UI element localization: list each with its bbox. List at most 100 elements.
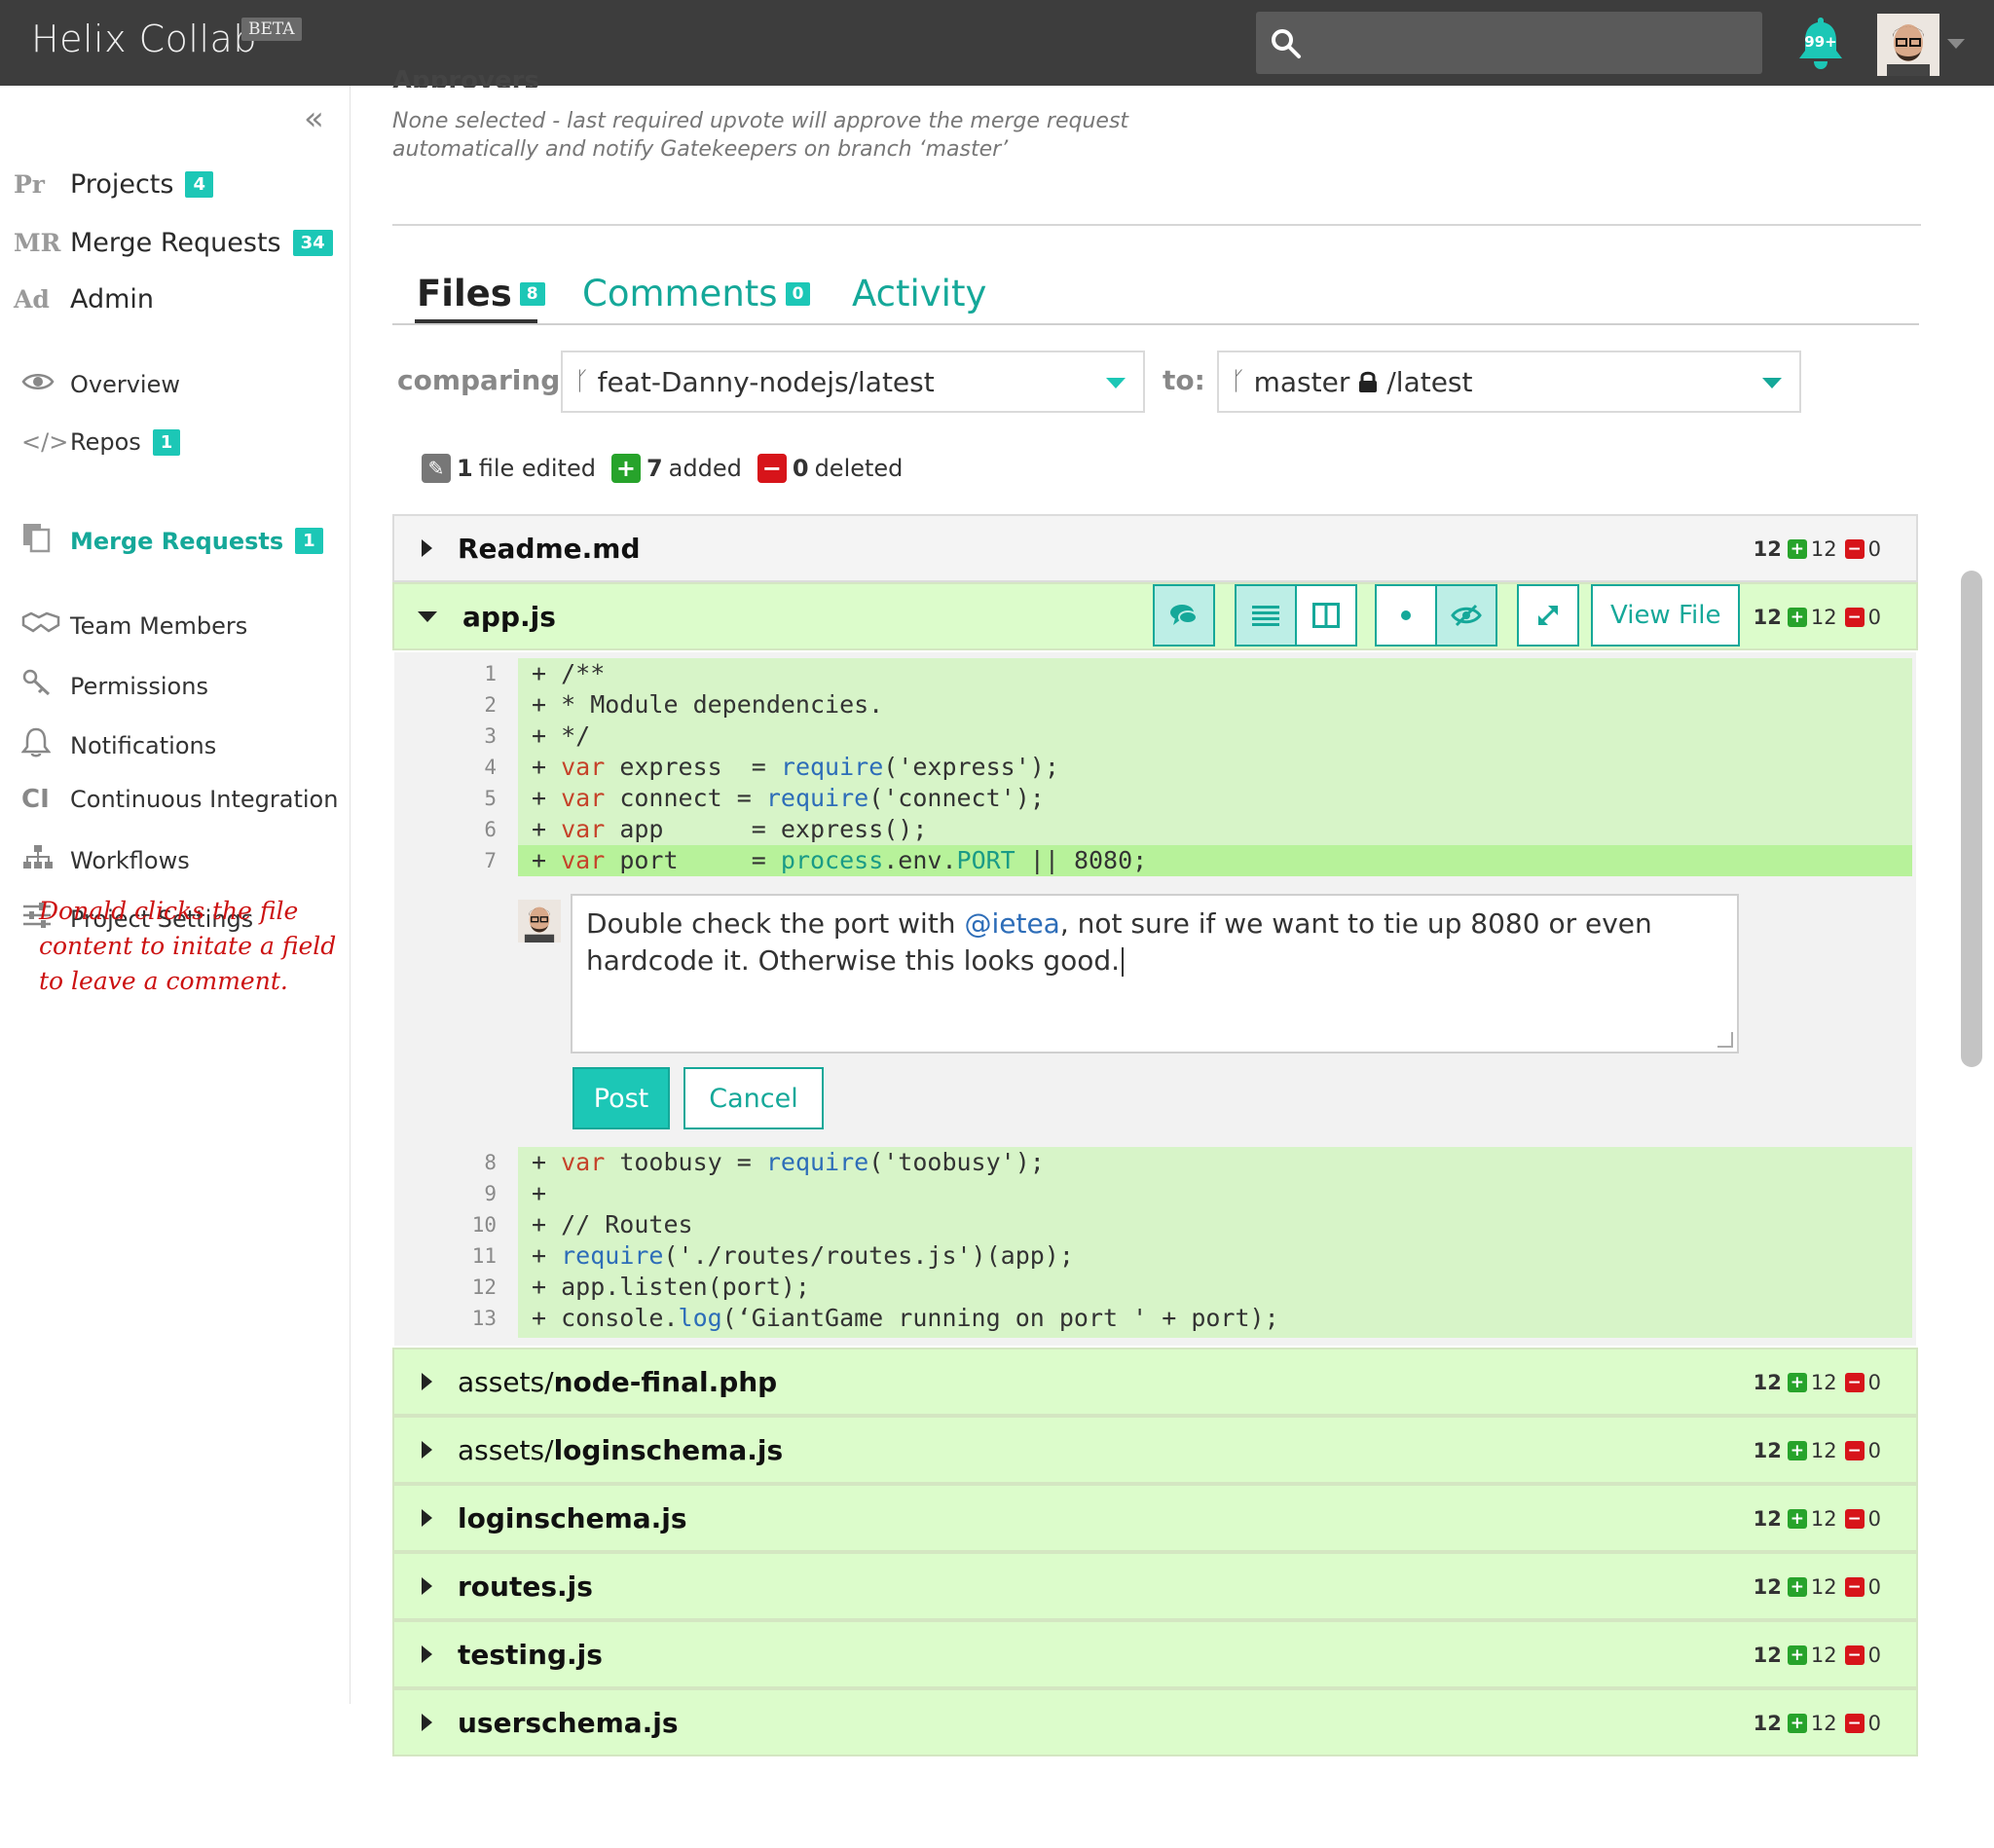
code-line[interactable]: + var toobusy = require('toobusy'); bbox=[518, 1147, 1912, 1178]
sidebar-item-permissions[interactable]: Permissions bbox=[21, 668, 208, 704]
hide-whitespace-button[interactable] bbox=[1435, 584, 1497, 647]
branch-icon: ᚴ bbox=[574, 367, 590, 396]
code-line[interactable]: + var express = require('express'); bbox=[518, 752, 1912, 783]
code-line[interactable]: + // Routes bbox=[518, 1209, 1912, 1240]
file-row[interactable]: Readme.md 12 +12−0 bbox=[392, 514, 1918, 582]
code-line[interactable]: + console.log(‘GiantGame running on port… bbox=[518, 1303, 1912, 1334]
view-file-button[interactable]: View File bbox=[1591, 584, 1741, 647]
expand-arrow-icon bbox=[422, 1714, 432, 1731]
collapse-sidebar-icon[interactable]: « bbox=[304, 99, 324, 138]
tab-comments[interactable]: Comments 0 bbox=[582, 273, 811, 314]
sidebar-item-team-members[interactable]: Team Members bbox=[21, 610, 247, 642]
comment-line: Double check the port with @ietea, not s… bbox=[586, 907, 1652, 940]
user-avatar[interactable] bbox=[1877, 14, 1939, 76]
to-label: to: bbox=[1163, 364, 1205, 396]
approvers-desc-line: None selected - last required upvote wil… bbox=[392, 109, 1129, 133]
comments-toggle-button[interactable] bbox=[1153, 584, 1215, 647]
vertical-scrollbar[interactable] bbox=[1961, 571, 1982, 1067]
sidebar-item-merge-requests[interactable]: Merge Requests 1 bbox=[21, 522, 323, 560]
sidebar-item-overview[interactable]: Overview bbox=[21, 370, 180, 399]
expand-arrow-icon bbox=[422, 1645, 432, 1663]
plus-icon: + bbox=[1787, 608, 1807, 627]
merge-requests-abbr-icon: MR bbox=[14, 229, 61, 257]
app-title[interactable]: Helix Collab bbox=[31, 18, 257, 60]
text-cursor bbox=[1122, 947, 1125, 977]
code-line[interactable]: + require('./routes/routes.js')(app); bbox=[518, 1240, 1912, 1272]
code-block[interactable]: + /** + * Module dependencies. + */+ var e… bbox=[518, 658, 1912, 876]
file-stats: 12 +12−0 bbox=[1753, 1371, 1881, 1394]
sidebar-item-label: Notifications bbox=[70, 731, 217, 759]
plus-icon: + bbox=[1787, 1373, 1807, 1392]
unified-view-button[interactable] bbox=[1235, 584, 1297, 647]
user-menu-chevron-down-icon[interactable] bbox=[1947, 39, 1965, 49]
notification-count: 99+ bbox=[1804, 33, 1837, 51]
merge-request-icon bbox=[21, 522, 70, 560]
minus-icon: − bbox=[1844, 1714, 1865, 1733]
sidebar-top-admin[interactable]: Ad Admin bbox=[14, 284, 154, 314]
file-row[interactable]: userschema.js 12 +12−0 bbox=[392, 1688, 1918, 1756]
file-row[interactable]: testing.js 12 +12−0 bbox=[392, 1620, 1918, 1688]
code-line[interactable]: + /** bbox=[518, 658, 1912, 689]
code-line[interactable]: + bbox=[518, 1178, 1912, 1209]
target-branch-select[interactable]: ᚴ master /latest bbox=[1217, 351, 1801, 413]
code-icon: </> bbox=[21, 428, 69, 456]
plus-icon: + bbox=[1787, 1509, 1807, 1529]
deleted-count: 0 bbox=[792, 455, 809, 482]
file-row[interactable]: assets/loginschema.js 12 +12−0 bbox=[392, 1416, 1918, 1484]
code-line[interactable]: + var app = express(); bbox=[518, 814, 1912, 845]
file-stats: 12 +12−0 bbox=[1753, 1644, 1881, 1667]
file-stats: 12 +12−0 bbox=[1753, 537, 1881, 561]
code-line[interactable]: + */ bbox=[518, 721, 1912, 752]
commenter-avatar bbox=[518, 900, 561, 942]
expand-arrow-icon bbox=[422, 1373, 432, 1390]
sidebar-item-label: Overview bbox=[70, 371, 180, 398]
file-row[interactable]: loginschema.js 12 +12−0 bbox=[392, 1484, 1918, 1552]
sidebar-item-notifications[interactable]: Notifications bbox=[20, 726, 217, 764]
line-number: 5 bbox=[484, 787, 497, 810]
code-line[interactable]: + var port = process.env.PORT || 8080; bbox=[518, 845, 1912, 876]
line-number: 4 bbox=[484, 756, 497, 779]
sidebar-top-merge-requests[interactable]: MR Merge Requests 34 bbox=[14, 228, 333, 258]
approvers-description: None selected - last required upvote wil… bbox=[392, 107, 1152, 164]
tab-label: Activity bbox=[852, 273, 987, 314]
line-number: 13 bbox=[471, 1307, 497, 1330]
show-whitespace-button[interactable] bbox=[1375, 584, 1437, 647]
code-line[interactable]: + var connect = require('connect'); bbox=[518, 783, 1912, 814]
code-line[interactable]: + * Module dependencies. bbox=[518, 689, 1912, 721]
expand-arrow-icon bbox=[422, 1441, 432, 1459]
change-summary: ✎ 1 file edited + 7 added − 0 deleted bbox=[422, 454, 903, 483]
file-row[interactable]: assets/node-final.php 12 +12−0 bbox=[392, 1348, 1918, 1416]
file-stats: 12 +12−0 bbox=[1753, 1507, 1881, 1531]
handshake-icon bbox=[21, 610, 70, 642]
split-view-button[interactable] bbox=[1295, 584, 1357, 647]
post-button[interactable]: Post bbox=[572, 1067, 670, 1129]
file-stats: 12 +12−0 bbox=[1753, 1439, 1881, 1462]
line-number: 7 bbox=[484, 849, 497, 872]
added-count: 7 bbox=[646, 455, 663, 482]
cancel-button[interactable]: Cancel bbox=[683, 1067, 824, 1129]
projects-abbr-icon: Pr bbox=[14, 170, 45, 199]
sidebar-item-label: Repos bbox=[70, 428, 141, 456]
search-icon bbox=[1272, 29, 1301, 58]
sidebar-top-projects[interactable]: Pr Projects 4 bbox=[14, 169, 213, 200]
plus-icon: + bbox=[610, 454, 641, 483]
sidebar-item-repos[interactable]: </> Repos 1 bbox=[21, 428, 181, 456]
resize-handle-icon[interactable] bbox=[1717, 1032, 1733, 1048]
collapse-arrow-icon bbox=[418, 610, 437, 622]
source-branch-select[interactable]: ᚴ feat-Danny-nodejs/latest bbox=[561, 351, 1145, 413]
files-count-badge: 8 bbox=[519, 281, 545, 306]
search-input[interactable] bbox=[1256, 12, 1762, 74]
sidebar-item-workflows[interactable]: Workflows bbox=[21, 843, 190, 877]
code-block[interactable]: + var toobusy = require('toobusy'); + + //… bbox=[518, 1147, 1912, 1338]
file-name: app.js bbox=[462, 600, 556, 633]
tab-files[interactable]: Files 8 bbox=[417, 273, 545, 314]
tab-activity[interactable]: Activity bbox=[852, 273, 986, 314]
file-row[interactable]: routes.js 12 +12−0 bbox=[392, 1552, 1918, 1620]
admin-abbr-icon: Ad bbox=[14, 285, 50, 314]
approvers-desc-line: automatically and notify Gatekeepers on … bbox=[392, 137, 1009, 162]
comment-textarea[interactable]: Double check the port with @ietea, not s… bbox=[571, 894, 1739, 1053]
code-line[interactable]: + app.listen(port); bbox=[518, 1272, 1912, 1303]
eye-icon bbox=[21, 370, 70, 399]
sidebar-item-continuous-integration[interactable]: CI Continuous Integration bbox=[21, 785, 338, 814]
fullscreen-button[interactable] bbox=[1517, 584, 1579, 647]
